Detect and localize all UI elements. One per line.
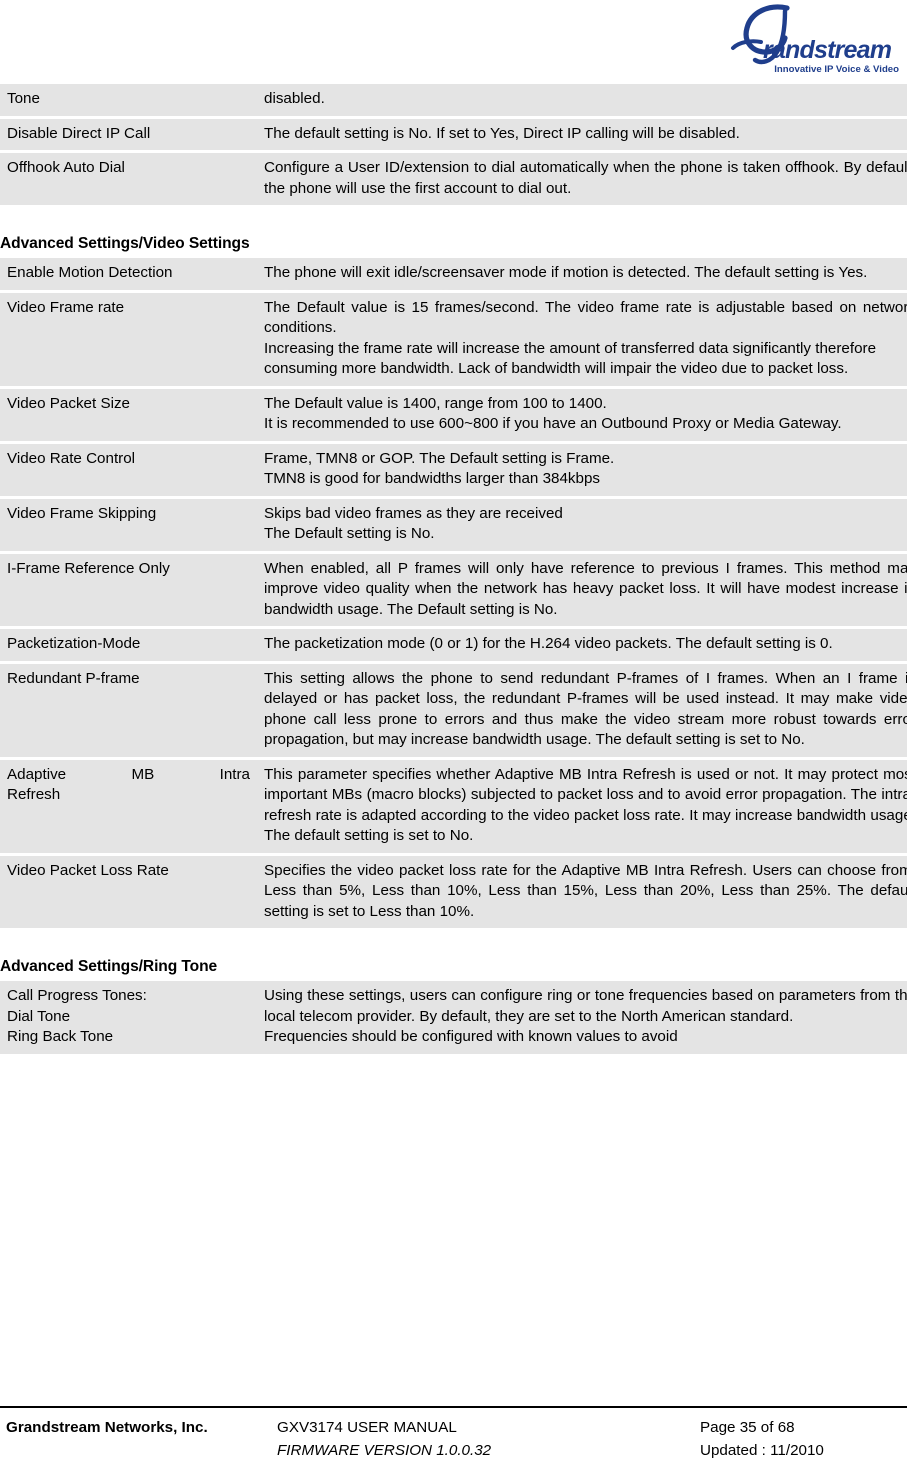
row-label: Video Packet Size <box>7 394 130 412</box>
row-label-cell: Tone <box>0 84 257 119</box>
settings-table-ring-tone: Call Progress Tones: Dial Tone Ring Back… <box>0 981 907 1054</box>
row-description-cell: disabled. <box>257 84 907 119</box>
row-description-cell: The phone will exit idle/screensaver mod… <box>257 258 907 293</box>
row-label-cell: Video Rate Control <box>0 443 257 499</box>
row-description-paragraph: disabled. <box>264 90 325 107</box>
row-description-paragraph: Frequencies should be configured with kn… <box>264 1028 678 1045</box>
row-description-cell: Using these settings, users can configur… <box>257 981 907 1054</box>
row-label-cell: Adaptive MB Intra Refresh <box>0 759 257 856</box>
row-description-paragraph: Skips bad video frames as they are recei… <box>264 504 563 522</box>
table-row: Adaptive MB Intra Refresh This parameter… <box>0 759 907 856</box>
row-description-paragraph: The Default value is 15 frames/second. T… <box>264 298 907 337</box>
table-row: Tone disabled. <box>0 84 907 119</box>
row-label-cell: Disable Direct IP Call <box>0 118 257 153</box>
row-description-paragraph: It is recommended to use 600~800 if you … <box>264 415 842 432</box>
row-label-line2: Refresh <box>7 786 61 803</box>
row-label: Offhook Auto Dial <box>7 159 125 176</box>
row-description-paragraph: The default setting is No. If set to Yes… <box>264 124 740 142</box>
row-label-cell: I-Frame Reference Only <box>0 553 257 629</box>
section-heading-ring-tone: Advanced Settings/Ring Tone <box>0 958 218 975</box>
row-description-cell: Frame, TMN8 or GOP. The Default setting … <box>257 443 907 499</box>
row-description-paragraph: The phone will exit idle/screensaver mod… <box>264 264 868 281</box>
row-label-cell: Video Frame Skipping <box>0 498 257 554</box>
footer-firmware-version: FIRMWARE VERSION 1.0.0.32 <box>277 1442 492 1459</box>
row-label: Video Packet Loss Rate <box>7 861 169 879</box>
row-description-paragraph: This setting allows the phone to send re… <box>264 669 907 749</box>
row-label-cell: Video Packet Size <box>0 388 257 444</box>
page-footer: Grandstream Networks, Inc. GXV3174 USER … <box>0 1406 907 1469</box>
settings-table-video: Enable Motion Detection The phone will e… <box>0 258 907 928</box>
logo-icon: randstream Innovative IP Voice & Video <box>731 4 899 75</box>
row-label: Video Frame Skipping <box>7 504 157 522</box>
row-label-cell: Offhook Auto Dial <box>0 153 257 205</box>
row-description-cell: This parameter specifies whether Adaptiv… <box>257 759 907 856</box>
row-label-cell: Packetization-Mode <box>0 629 257 664</box>
table-row: Video Frame Skipping Skips bad video fra… <box>0 498 907 554</box>
row-label-cell: Call Progress Tones: Dial Tone Ring Back… <box>0 981 257 1054</box>
row-label-cell: Enable Motion Detection <box>0 258 257 293</box>
row-description-paragraph: The packetization mode (0 or 1) for the … <box>264 635 833 652</box>
row-label: I-Frame Reference Only <box>7 559 170 577</box>
table-row: Video Rate Control Frame, TMN8 or GOP. T… <box>0 443 907 499</box>
svg-text:randstream: randstream <box>763 36 892 64</box>
table-row: Packetization-Mode The packetization mod… <box>0 629 907 664</box>
footer-grid: Grandstream Networks, Inc. GXV3174 USER … <box>0 1413 907 1469</box>
footer-manual-title: GXV3174 USER MANUAL <box>277 1419 457 1436</box>
grandstream-logo: randstream Innovative IP Voice & Video <box>703 2 903 78</box>
row-description-cell: The default setting is No. If set to Yes… <box>257 118 907 153</box>
table-row: Video Packet Loss Rate Specifies the vid… <box>0 855 907 928</box>
row-description-paragraph: Configure a User ID/extension to dial au… <box>264 159 907 197</box>
table-row: Call Progress Tones: Dial Tone Ring Back… <box>0 981 907 1054</box>
section-heading-video-settings: Advanced Settings/Video Settings <box>0 235 250 252</box>
footer-page-number: Page 35 of 68 <box>700 1419 795 1436</box>
row-description-paragraph: Using these settings, users can configur… <box>264 987 907 1025</box>
table-row: I-Frame Reference Only When enabled, all… <box>0 553 907 629</box>
row-description-paragraph: The Default setting is No. <box>264 525 435 542</box>
row-description-cell: The Default value is 1400, range from 10… <box>257 388 907 444</box>
row-label: Video Rate Control <box>7 449 136 467</box>
row-description-paragraph: Specifies the video packet loss rate for… <box>264 861 907 920</box>
page-header: randstream Innovative IP Voice & Video <box>0 0 907 84</box>
row-label: Enable Motion Detection <box>7 264 173 281</box>
footer-updated-date: Updated : 11/2010 <box>700 1442 824 1459</box>
row-label: Redundant P-frame <box>7 669 140 687</box>
row-description-cell: Skips bad video frames as they are recei… <box>257 498 907 554</box>
row-label-cell: Video Frame rate <box>0 292 257 389</box>
table-row: Enable Motion Detection The phone will e… <box>0 258 907 293</box>
row-description-cell: This setting allows the phone to send re… <box>257 663 907 760</box>
logo-tagline: Innovative IP Voice & Video <box>774 64 899 75</box>
row-label-cell: Video Packet Loss Rate <box>0 855 257 928</box>
row-description-paragraph: The Default value is 1400, range from 10… <box>264 394 607 412</box>
row-label-line2: Dial Tone <box>7 1007 71 1025</box>
footer-company: Grandstream Networks, Inc. <box>6 1419 208 1436</box>
row-label: Video Frame rate <box>7 298 125 316</box>
row-label: Adaptive MB Intra <box>7 765 250 783</box>
row-label: Packetization-Mode <box>7 635 141 652</box>
settings-table-continued: Tone disabled. Disable Direct IP Call Th… <box>0 84 907 205</box>
table-row: Video Frame rate The Default value is 15… <box>0 292 907 389</box>
page-content: Tone disabled. Disable Direct IP Call Th… <box>0 84 907 1054</box>
row-label: Disable Direct IP Call <box>7 124 151 142</box>
row-description-paragraph: Frame, TMN8 or GOP. The Default setting … <box>264 449 615 467</box>
table-row: Video Packet Size The Default value is 1… <box>0 388 907 444</box>
row-description-paragraph: When enabled, all P frames will only hav… <box>264 559 907 618</box>
table-row: Offhook Auto Dial Configure a User ID/ex… <box>0 153 907 205</box>
row-description-cell: Configure a User ID/extension to dial au… <box>257 153 907 205</box>
row-description-cell: Specifies the video packet loss rate for… <box>257 855 907 928</box>
row-description-cell: The packetization mode (0 or 1) for the … <box>257 629 907 664</box>
document-page: randstream Innovative IP Voice & Video T… <box>0 0 907 1469</box>
table-row: Redundant P-frame This setting allows th… <box>0 663 907 760</box>
row-description-cell: The Default value is 15 frames/second. T… <box>257 292 907 389</box>
row-description-cell: When enabled, all P frames will only hav… <box>257 553 907 629</box>
table-row: Disable Direct IP Call The default setti… <box>0 118 907 153</box>
row-label: Call Progress Tones: <box>7 987 147 1004</box>
row-description-paragraph: This parameter specifies whether Adaptiv… <box>264 765 907 845</box>
row-description-paragraph: Increasing the frame rate will increase … <box>264 339 877 378</box>
row-description-paragraph: TMN8 is good for bandwidths larger than … <box>264 470 601 487</box>
row-label: Tone <box>7 90 40 107</box>
row-label-cell: Redundant P-frame <box>0 663 257 760</box>
row-label-line3: Ring Back Tone <box>7 1028 114 1045</box>
